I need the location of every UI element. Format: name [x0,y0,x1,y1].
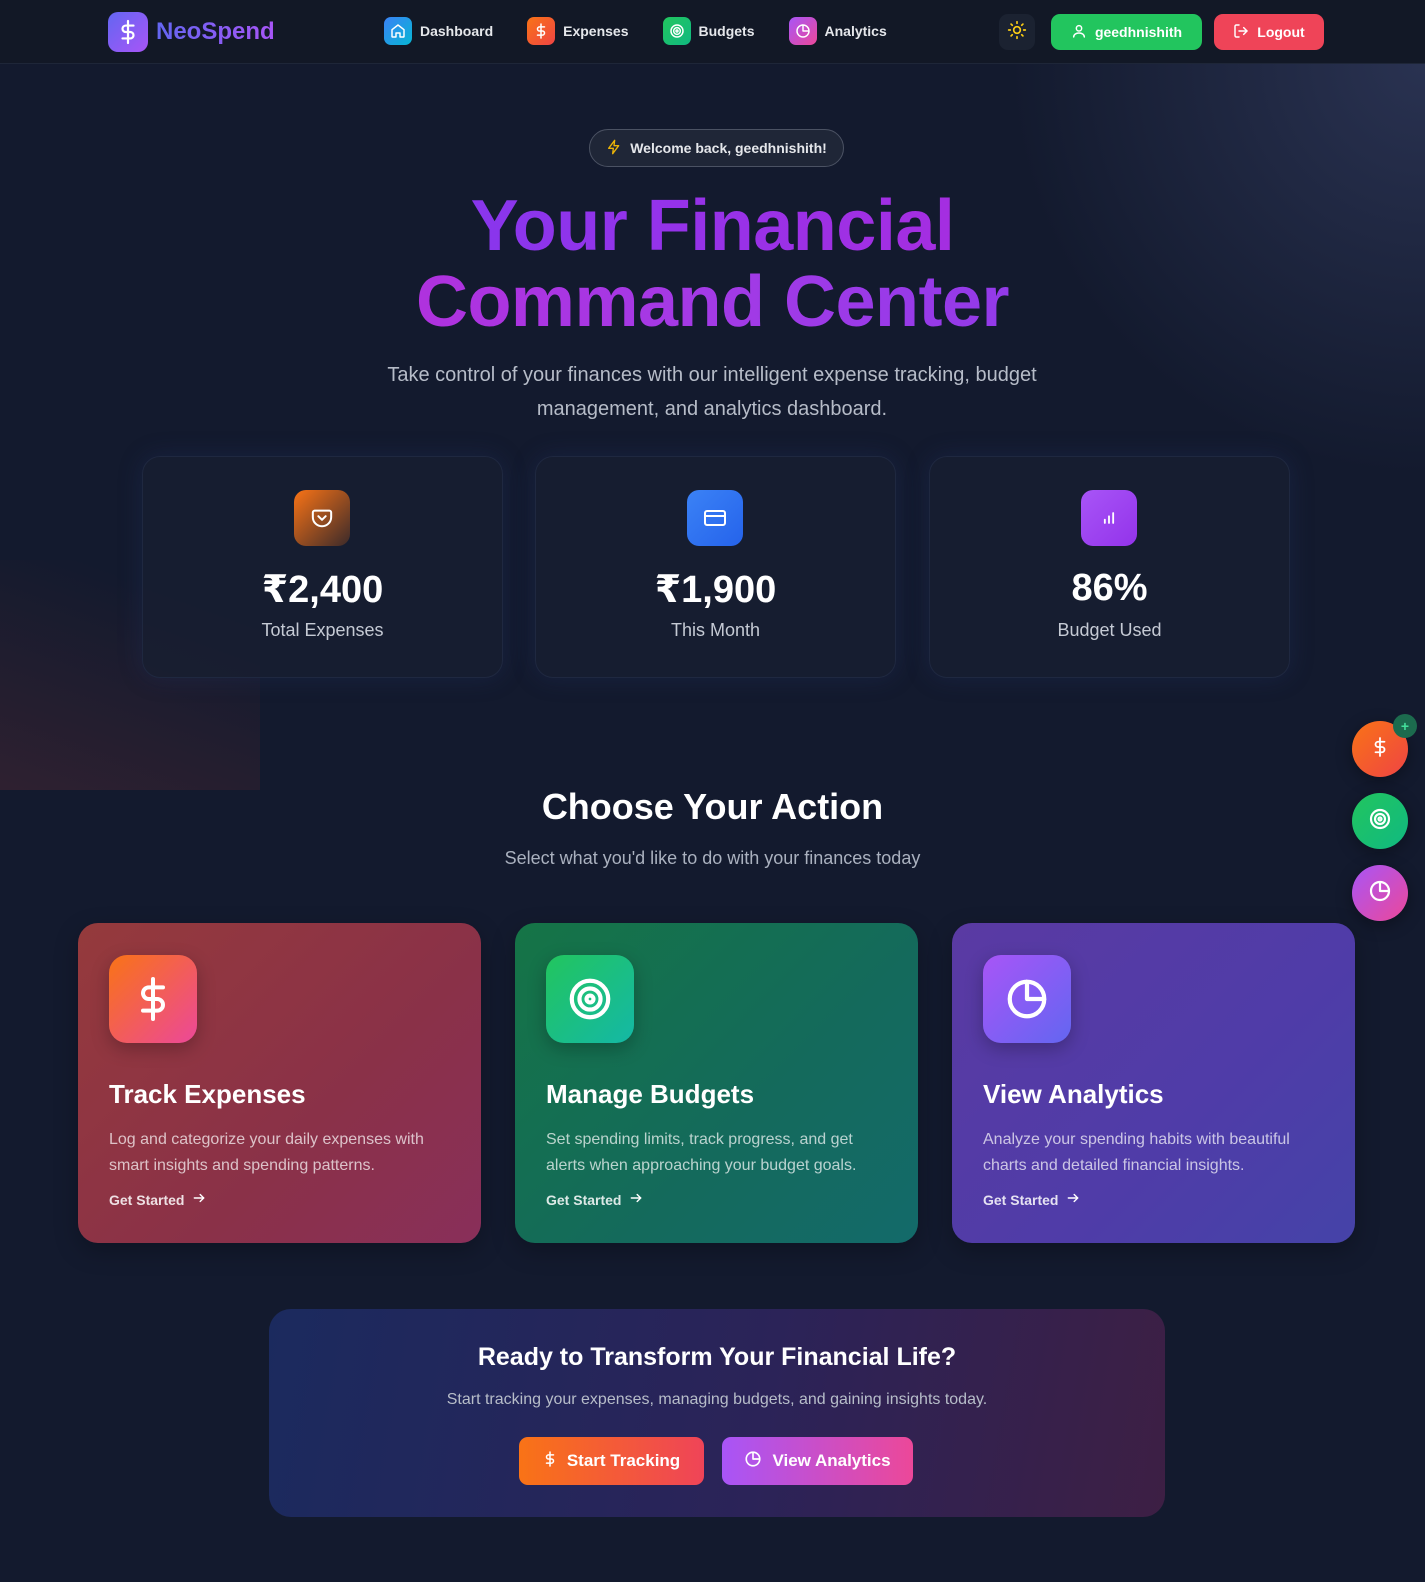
pocket-icon [294,490,350,546]
start-tracking-label: Start Tracking [566,1451,681,1470]
stat-value: 86% [1071,567,1148,609]
cta-panel: Ready to Transform Your Financial Life? … [269,1309,1165,1517]
arrow-right-icon [192,1191,206,1208]
brand-name: NeoSpend [156,18,275,45]
card-description: Log and categorize your daily expenses w… [109,1131,424,1174]
hero-title: Your Financial Command Center [0,188,1425,340]
arrow-right-icon [629,1191,643,1208]
stat-label: Total Expenses [261,620,384,640]
nav-budgets[interactable]: Budgets [662,17,755,45]
pie-chart-icon [983,955,1071,1043]
hero-title-line1: Your Financial [0,188,1425,264]
section-title: Choose Your Action [541,786,884,827]
main-nav: Dashboard Expenses Budgets Analytics [384,17,887,45]
action-card-manage-budgets[interactable]: Manage Budgets Set spending limits, trac… [515,923,918,1243]
lightning-icon [606,139,622,158]
user-profile-button[interactable]: geedhnishith [1051,14,1202,50]
arrow-right-icon [1066,1191,1080,1208]
nav-expenses-label: Expenses [563,23,629,39]
dollar-icon [108,12,148,52]
card-title: Manage Budgets [546,1079,755,1109]
target-icon [662,17,691,45]
logout-icon [1233,23,1249,42]
get-started-link[interactable]: Get Started [109,1191,206,1208]
logout-label: Logout [1257,24,1305,40]
get-started-label: Get Started [109,1191,185,1208]
credit-card-icon [687,490,743,546]
hero-title-line2: Command Center [0,264,1425,340]
get-started-link[interactable]: Get Started [983,1191,1080,1208]
stat-card-total-expenses: ₹2,400 Total Expenses [142,456,503,678]
dollar-icon [109,955,197,1043]
get-started-label: Get Started [546,1191,622,1208]
stat-label: Budget Used [1057,620,1162,640]
bar-chart-icon [1081,490,1137,546]
get-started-link[interactable]: Get Started [546,1191,643,1208]
card-title: View Analytics [983,1079,1164,1109]
welcome-badge: Welcome back, geedhnishith! [589,129,844,167]
nav-expenses[interactable]: Expenses [527,17,629,45]
card-title: Track Expenses [109,1079,306,1109]
action-card-track-expenses[interactable]: Track Expenses Log and categorize your d… [78,923,481,1243]
dollar-icon [543,1449,557,1474]
nav-analytics[interactable]: Analytics [788,17,887,45]
theme-toggle-button[interactable] [999,14,1035,50]
top-navbar: NeoSpend Dashboard Expenses Budgets Anal… [0,0,1425,64]
cta-title: Ready to Transform Your Financial Life? [477,1343,957,1371]
logout-button[interactable]: Logout [1214,14,1324,50]
plus-badge: + [1393,714,1417,738]
hero-subtitle: Take control of your finances with our i… [387,364,1037,420]
card-description: Set spending limits, track progress, and… [546,1131,857,1174]
nav-budgets-label: Budgets [698,23,755,39]
pie-chart-icon [744,1450,762,1473]
section-subtitle: Select what you'd like to do with your f… [504,848,921,868]
welcome-text: Welcome back, geedhnishith! [630,140,827,156]
stat-label: This Month [670,620,761,640]
stat-value: ₹2,400 [261,569,384,611]
stat-card-this-month: ₹1,900 This Month [535,456,896,678]
brand-logo[interactable]: NeoSpend [108,12,275,52]
start-tracking-button[interactable]: Start Tracking [519,1437,704,1485]
nav-analytics-label: Analytics [824,23,887,39]
card-description: Analyze your spending habits with beauti… [983,1131,1290,1174]
action-card-view-analytics[interactable]: View Analytics Analyze your spending hab… [952,923,1355,1243]
stat-value: ₹1,900 [654,569,777,611]
nav-dashboard[interactable]: Dashboard [384,17,493,45]
user-icon [1071,23,1087,42]
cta-subtitle: Start tracking your expenses, managing b… [446,1391,988,1408]
target-icon [1368,807,1392,836]
fab-budgets-button[interactable] [1352,793,1408,849]
pie-chart-icon [788,17,817,45]
get-started-label: Get Started [983,1191,1059,1208]
view-analytics-button[interactable]: View Analytics [722,1437,913,1485]
sun-icon [1007,20,1027,45]
dollar-icon [1371,735,1389,764]
view-analytics-label: View Analytics [772,1451,891,1470]
home-icon [384,17,412,45]
stat-card-budget-used: 86% Budget Used [929,456,1290,678]
fab-analytics-button[interactable] [1352,865,1408,921]
user-name: geedhnishith [1094,24,1183,40]
pie-chart-icon [1368,879,1392,908]
dollar-icon [527,17,556,45]
nav-dashboard-label: Dashboard [420,23,494,39]
target-icon [546,955,634,1043]
